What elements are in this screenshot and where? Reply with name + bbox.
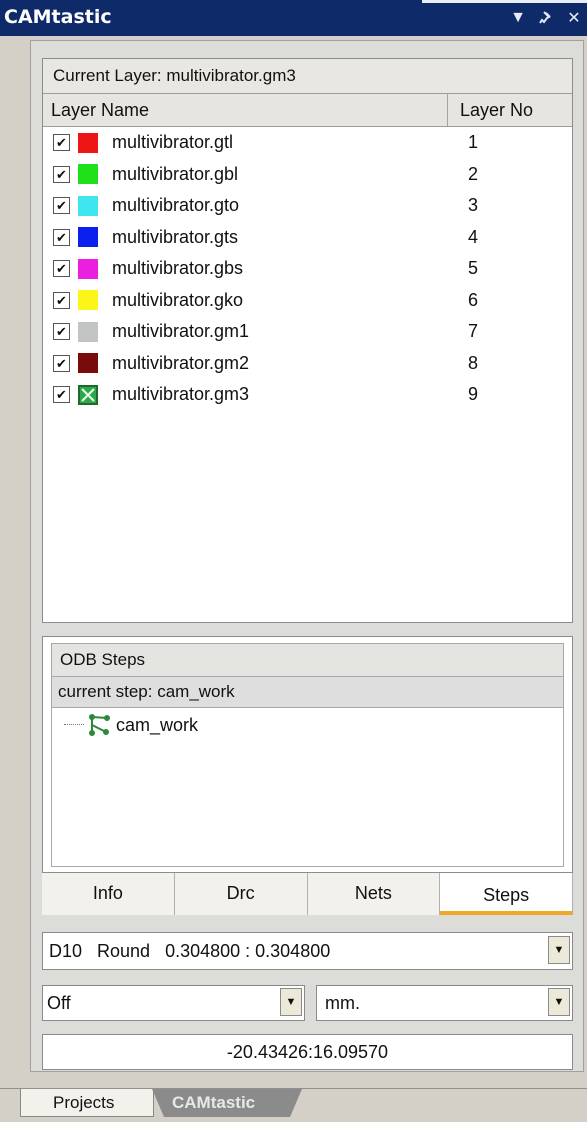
layer-name: multivibrator.gbl <box>112 163 239 184</box>
layer-color-swatch[interactable] <box>78 132 98 153</box>
mode-value: Off <box>47 993 71 1013</box>
chevron-down-icon[interactable]: ▼ <box>548 936 570 964</box>
aperture-value: D10 Round 0.304800 : 0.304800 <box>49 941 331 961</box>
step-tree-item[interactable]: cam_work <box>52 708 563 742</box>
layer-visible-checkbox[interactable]: ✔ <box>53 386 70 404</box>
coordinate-readout: -20.43426:16.09570 <box>42 1034 573 1070</box>
layer-number: 7 <box>468 321 479 342</box>
layer-name: multivibrator.gts <box>112 226 239 247</box>
layer-name: multivibrator.gm1 <box>112 321 250 342</box>
layer-visible-checkbox[interactable]: ✔ <box>53 165 70 183</box>
title-bar-edge <box>422 0 587 3</box>
layer-name: multivibrator.gm3 <box>112 384 250 405</box>
layer-row[interactable]: ✔ multivibrator.gbs 5 <box>43 253 572 285</box>
panel-tabs: Info Drc Nets Steps <box>42 873 573 915</box>
close-icon[interactable]: ✕ <box>565 7 583 29</box>
layer-row[interactable]: ✔ multivibrator.gm3 9 <box>43 379 572 411</box>
layer-number: 9 <box>468 384 479 405</box>
column-header-layer-no[interactable]: Layer No <box>448 94 572 126</box>
odb-steps-header: ODB Steps <box>52 644 563 677</box>
layer-number: 3 <box>468 195 479 216</box>
layer-color-swatch[interactable] <box>78 195 98 216</box>
layer-visible-checkbox[interactable]: ✔ <box>53 260 70 278</box>
layer-row[interactable]: ✔ multivibrator.gko 6 <box>43 285 572 317</box>
layer-name: multivibrator.gbs <box>112 258 244 279</box>
layer-number: 4 <box>468 226 479 247</box>
tab-camtastic[interactable]: CAMtastic <box>152 1089 302 1117</box>
layer-name: multivibrator.gto <box>112 195 240 216</box>
mode-dropdown[interactable]: Off ▼ <box>42 985 305 1021</box>
layer-color-swatch[interactable] <box>78 164 98 185</box>
tab-nets[interactable]: Nets <box>307 873 441 915</box>
layer-list-header: Layer Name Layer No <box>43 94 572 127</box>
pin-icon[interactable] <box>537 7 555 29</box>
layer-color-swatch[interactable] <box>78 290 98 311</box>
tab-drc[interactable]: Drc <box>174 873 308 915</box>
layer-color-swatch[interactable] <box>78 353 98 374</box>
layer-row[interactable]: ✔ multivibrator.gts 4 <box>43 222 572 254</box>
layer-row[interactable]: ✔ multivibrator.gto 3 <box>43 190 572 222</box>
tab-info[interactable]: Info <box>42 873 175 915</box>
coordinate-value: -20.43426:16.09570 <box>226 1042 389 1062</box>
layer-number: 6 <box>468 289 479 310</box>
layer-number: 5 <box>468 258 479 279</box>
layer-color-swatch[interactable] <box>78 321 98 342</box>
layer-visible-checkbox[interactable]: ✔ <box>53 134 70 152</box>
layer-visible-checkbox[interactable]: ✔ <box>53 197 70 215</box>
panel-title: CAMtastic <box>4 6 112 28</box>
layer-visible-checkbox[interactable]: ✔ <box>53 354 70 372</box>
layer-visible-checkbox[interactable]: ✔ <box>53 228 70 246</box>
layer-rows: ✔ multivibrator.gtl 1 ✔ multivibrator.gbl 2 ✔ m… <box>43 127 572 411</box>
layer-row[interactable]: ✔ multivibrator.gtl 1 <box>43 127 572 159</box>
layer-visible-checkbox[interactable]: ✔ <box>53 291 70 309</box>
panel-title-bar: CAMtastic ▼ ✕ <box>0 0 587 36</box>
layer-name: multivibrator.gtl <box>112 132 234 153</box>
tree-connector <box>64 724 84 726</box>
current-layer-label: Current Layer: multivibrator.gm3 <box>43 59 572 94</box>
step-item-label: cam_work <box>116 714 199 735</box>
odb-steps-panel: ODB Steps current step: cam_work cam_wor… <box>42 636 573 873</box>
layer-name: multivibrator.gm2 <box>112 352 250 373</box>
dropdown-menu-icon[interactable]: ▼ <box>509 7 527 29</box>
bottom-tab-strip: Projects CAMtastic <box>0 1088 587 1122</box>
layer-color-swatch[interactable] <box>78 227 98 248</box>
chevron-down-icon[interactable]: ▼ <box>548 988 570 1016</box>
chevron-down-icon[interactable]: ▼ <box>280 988 302 1016</box>
step-node-icon <box>86 712 112 738</box>
layer-row[interactable]: ✔ multivibrator.gm1 7 <box>43 316 572 348</box>
column-header-layer-name[interactable]: Layer Name <box>43 94 448 126</box>
units-value: mm. <box>325 993 360 1013</box>
layer-color-swatch[interactable] <box>78 258 98 279</box>
tab-projects[interactable]: Projects <box>20 1089 154 1117</box>
layer-row[interactable]: ✔ multivibrator.gm2 8 <box>43 348 572 380</box>
tab-steps[interactable]: Steps <box>440 873 573 915</box>
layer-number: 1 <box>468 132 479 153</box>
layer-color-swatch[interactable] <box>78 384 98 405</box>
layer-list-panel: Current Layer: multivibrator.gm3 Layer N… <box>42 58 573 623</box>
layer-name: multivibrator.gko <box>112 289 244 310</box>
units-dropdown[interactable]: mm. ▼ <box>316 985 573 1021</box>
layer-number: 8 <box>468 352 479 373</box>
current-step-label: current step: cam_work <box>52 677 563 708</box>
aperture-dropdown[interactable]: D10 Round 0.304800 : 0.304800 ▼ <box>42 932 573 970</box>
layer-row[interactable]: ✔ multivibrator.gbl 2 <box>43 159 572 191</box>
layer-visible-checkbox[interactable]: ✔ <box>53 323 70 341</box>
layer-number: 2 <box>468 163 479 184</box>
